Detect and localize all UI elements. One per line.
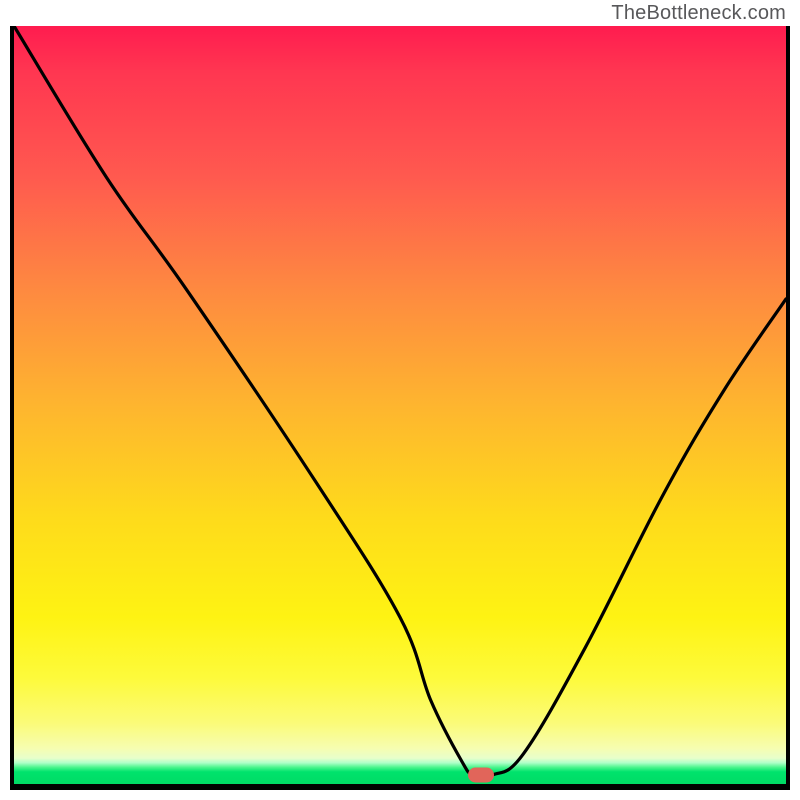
attribution-text: TheBottleneck.com — [611, 2, 786, 25]
bottleneck-curve — [14, 26, 786, 784]
chart-frame — [10, 26, 790, 790]
curve-path — [14, 26, 786, 777]
optimal-point-marker — [468, 767, 494, 782]
plot-area — [14, 26, 786, 784]
